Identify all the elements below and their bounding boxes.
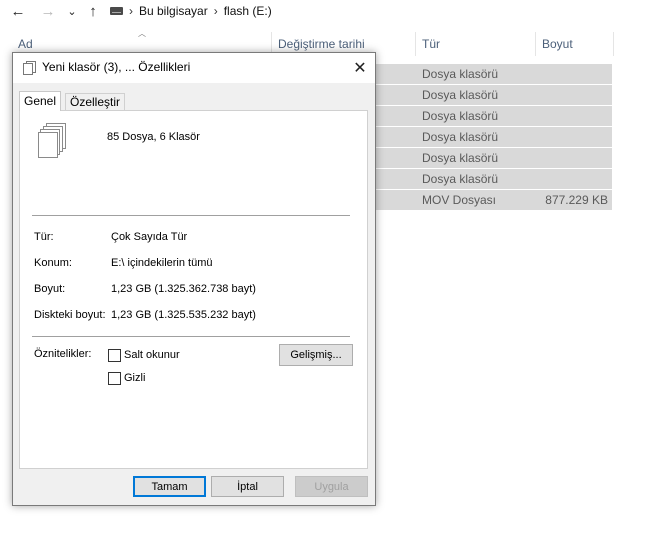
breadcrumb-item-drive[interactable]: flash (E:) (224, 4, 272, 18)
row-size: 877.229 KB (545, 193, 608, 207)
type-label: Tür: (34, 231, 54, 243)
column-header-size[interactable]: Boyut (536, 30, 614, 58)
location-label: Konum: (34, 257, 72, 269)
breadcrumb[interactable]: › Bu bilgisayar › flash (E:) (110, 3, 272, 19)
recent-locations-icon[interactable]: ⌄ (62, 2, 82, 20)
type-value: Çok Sayıda Tür (111, 231, 188, 243)
navigation-bar: ← → ⌄ ↑ › Bu bilgisayar › flash (E:) (0, 0, 655, 24)
file-row[interactable]: Dosya klasörü (376, 106, 612, 127)
sort-ascending-icon: ︿ (138, 29, 146, 38)
size-label: Boyut: (34, 283, 66, 295)
file-explorer-window: ← → ⌄ ↑ › Bu bilgisayar › flash (E:) Ad … (0, 0, 655, 534)
size-on-disk-label: Diskteki boyut: (34, 309, 106, 321)
file-row[interactable]: MOV Dosyası 877.229 KB (376, 190, 612, 211)
hidden-label[interactable]: Gizli (124, 372, 145, 384)
divider (32, 336, 350, 337)
size-on-disk-value: 1,23 GB (1.325.535.232 bayt) (111, 309, 256, 321)
hidden-checkbox[interactable] (108, 372, 121, 385)
dialog-title-bar[interactable]: Yeni klasör (3), ... Özellikleri ✕ (13, 53, 375, 83)
file-row[interactable]: Dosya klasörü (376, 169, 612, 190)
row-type: Dosya klasörü (422, 88, 499, 102)
drive-icon (110, 7, 123, 15)
general-tab-panel: 85 Dosya, 6 Klasör Tür: Çok Sayıda Tür K… (19, 110, 368, 469)
properties-dialog: Yeni klasör (3), ... Özellikleri ✕ Genel… (12, 52, 376, 506)
file-row[interactable]: Dosya klasörü (376, 85, 612, 106)
dialog-title: Yeni klasör (3), ... Özellikleri (42, 60, 191, 74)
close-button[interactable]: ✕ (345, 53, 375, 83)
breadcrumb-item-this-pc[interactable]: Bu bilgisayar (139, 4, 208, 18)
row-type: Dosya klasörü (422, 109, 499, 123)
row-type: Dosya klasörü (422, 130, 499, 144)
row-type: MOV Dosyası (422, 193, 497, 207)
attributes-label: Öznitelikler: (34, 348, 92, 360)
tab-general[interactable]: Genel (19, 91, 62, 111)
file-row[interactable]: Dosya klasörü (376, 127, 612, 148)
cancel-button[interactable]: İptal (211, 476, 284, 497)
apply-button[interactable]: Uygula (295, 476, 368, 497)
advanced-button[interactable]: Gelişmiş... (279, 344, 353, 366)
location-value: E:\ içindekilerin tümü (111, 257, 213, 269)
size-value: 1,23 GB (1.325.362.738 bayt) (111, 283, 256, 295)
row-type: Dosya klasörü (422, 67, 499, 81)
file-row[interactable]: Dosya klasörü (376, 148, 612, 169)
up-icon[interactable]: ↑ (83, 2, 103, 20)
breadcrumb-separator: › (213, 4, 218, 18)
back-icon[interactable]: ← (8, 2, 28, 20)
column-header-type[interactable]: Tür (416, 30, 534, 58)
file-row[interactable]: Dosya klasörü (376, 64, 612, 85)
column-divider[interactable] (613, 32, 614, 56)
row-type: Dosya klasörü (422, 172, 499, 186)
ok-button[interactable]: Tamam (133, 476, 206, 497)
divider (32, 215, 350, 216)
readonly-label[interactable]: Salt okunur (124, 349, 180, 361)
multiple-files-icon (23, 61, 36, 75)
row-type: Dosya klasörü (422, 151, 499, 165)
tab-customize[interactable]: Özelleştir (65, 93, 126, 111)
breadcrumb-separator: › (129, 4, 133, 18)
multiple-files-icon (38, 123, 66, 158)
readonly-checkbox[interactable] (108, 349, 121, 362)
forward-icon[interactable]: → (38, 2, 58, 20)
item-count-summary: 85 Dosya, 6 Klasör (107, 131, 200, 143)
